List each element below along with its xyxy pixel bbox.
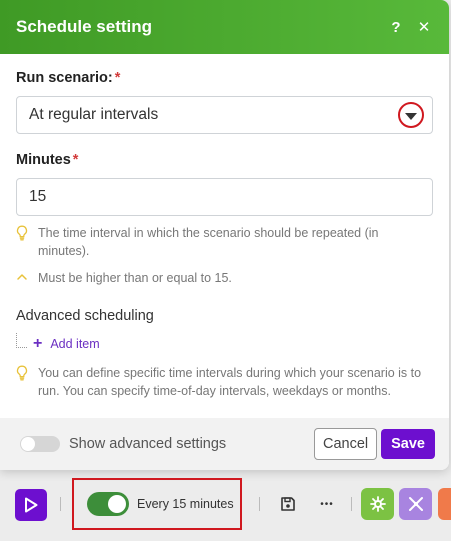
- advanced-scheduling-title: Advanced scheduling: [16, 308, 154, 324]
- required-mark: *: [114, 70, 121, 86]
- scheduling-toggle[interactable]: [87, 492, 129, 516]
- chevron-down-icon: [405, 112, 417, 120]
- show-advanced-label: Show advanced settings: [69, 436, 227, 452]
- minutes-hint-text: The time interval in which the scenario …: [38, 226, 379, 258]
- run-scenario-select[interactable]: At regular intervals: [16, 96, 433, 134]
- run-scenario-value: At regular intervals: [29, 106, 159, 123]
- validation-text: Must be higher than or equal to 15.: [38, 271, 232, 285]
- tree-connector: [16, 332, 27, 348]
- minutes-input[interactable]: 15: [16, 178, 433, 216]
- tools-module-icon[interactable]: [361, 488, 394, 520]
- show-advanced-toggle[interactable]: [20, 436, 60, 452]
- toolbar-divider: [259, 497, 260, 511]
- add-item-button[interactable]: + Add item: [16, 332, 433, 354]
- advanced-scheduling-hint-text: You can define specific time intervals d…: [38, 366, 422, 398]
- lightbulb-icon: [16, 365, 30, 386]
- more-options-icon[interactable]: •••: [315, 492, 339, 516]
- schedule-control[interactable]: Every 15 minutes: [72, 478, 242, 530]
- flow-control-icon[interactable]: [399, 488, 432, 520]
- play-icon: [25, 497, 38, 513]
- cancel-button[interactable]: Cancel: [313, 428, 378, 460]
- chevron-up-icon: [16, 270, 30, 288]
- dialog-header: Schedule setting ? ✕: [0, 0, 449, 54]
- app-tile-partial[interactable]: [438, 488, 451, 520]
- run-scenario-label: Run scenario: *: [16, 70, 121, 86]
- run-once-button[interactable]: [15, 489, 47, 521]
- schedule-label[interactable]: Every 15 minutes: [137, 497, 234, 511]
- save-button[interactable]: Save: [381, 429, 435, 459]
- dropdown-toggle[interactable]: [398, 102, 424, 128]
- minutes-value: 15: [29, 188, 47, 205]
- minutes-label: Minutes *: [16, 152, 79, 168]
- scenario-toolbar: Every 15 minutes •••: [0, 478, 451, 530]
- add-item-label: Add item: [50, 337, 100, 351]
- dialog-body: Run scenario: * At regular intervals Minu…: [0, 54, 449, 400]
- minutes-validation: Must be higher than or equal to 15.: [16, 269, 433, 288]
- required-mark: *: [72, 152, 79, 168]
- toolbar-divider: [351, 497, 352, 511]
- dialog-title: Schedule setting: [16, 17, 153, 36]
- plus-icon: +: [33, 335, 43, 352]
- dialog-footer: Show advanced settings Cancel Save: [0, 418, 449, 470]
- save-icon[interactable]: [276, 492, 300, 516]
- schedule-setting-dialog: Schedule setting ? ✕ Run scenario: * At r…: [0, 0, 449, 470]
- advanced-scheduling-hint: You can define specific time intervals d…: [16, 364, 433, 400]
- toolbar-divider: [60, 497, 61, 511]
- help-icon[interactable]: ?: [385, 16, 407, 38]
- close-icon[interactable]: ✕: [413, 16, 435, 38]
- lightbulb-icon: [16, 225, 30, 246]
- minutes-hint: The time interval in which the scenario …: [16, 224, 433, 260]
